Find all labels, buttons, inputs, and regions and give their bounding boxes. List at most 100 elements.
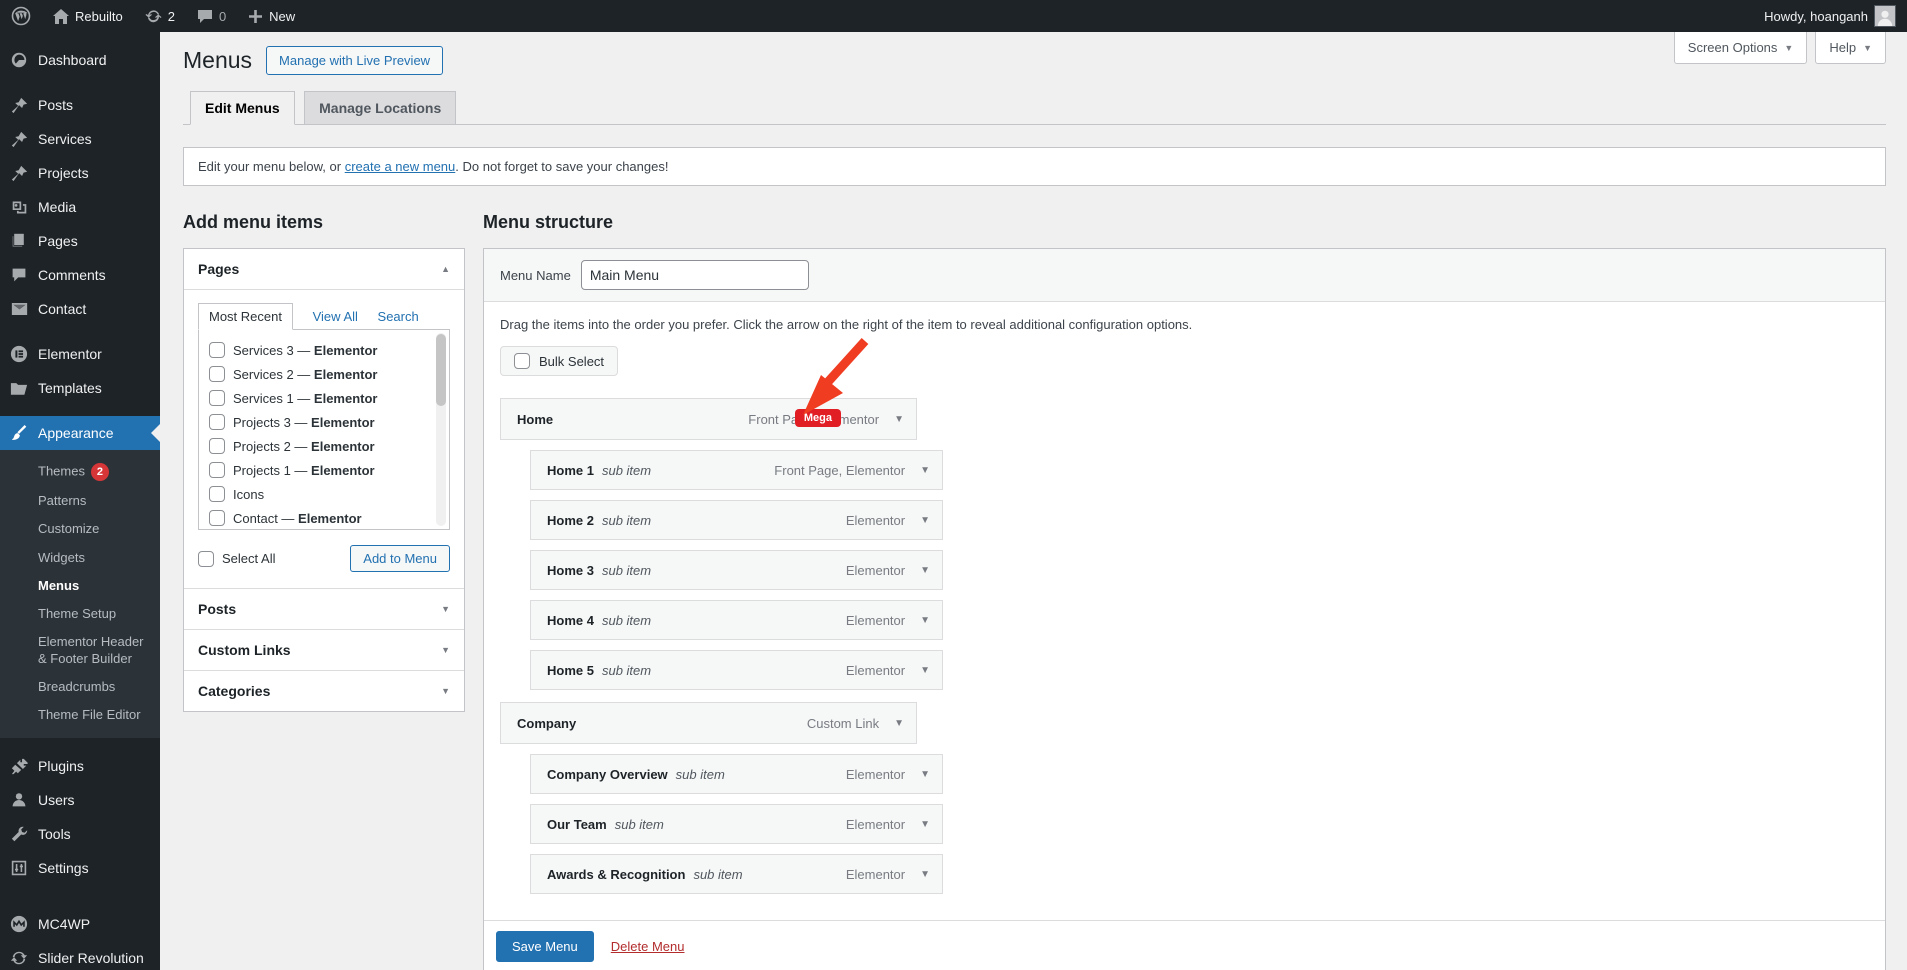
menu-item-home-5[interactable]: Home 5 sub item Elementor ▼ — [530, 650, 943, 690]
screen-options-button[interactable]: Screen Options ▼ — [1674, 32, 1808, 64]
menu-item-home-3[interactable]: Home 3 sub item Elementor ▼ — [530, 550, 943, 590]
submenu-item-theme-setup[interactable]: Theme Setup — [0, 600, 160, 628]
submenu-item-menus[interactable]: Menus — [0, 572, 160, 600]
comments-link[interactable]: 0 — [186, 0, 237, 32]
slider-revolution-icon — [9, 949, 29, 967]
select-all-checkbox[interactable] — [198, 551, 214, 567]
submenu-item-customize[interactable]: Customize — [0, 515, 160, 543]
expand-arrow-icon[interactable]: ▼ — [920, 769, 930, 780]
my-account-menu[interactable]: Howdy, hoanganh — [1753, 0, 1907, 32]
sidebar-item-label: Elementor — [38, 346, 102, 362]
sidebar-item-plugins[interactable]: Plugins — [0, 749, 160, 783]
sidebar-item-mc4wp[interactable]: MC4WP — [0, 907, 160, 941]
page-checkbox[interactable] — [209, 486, 225, 502]
accordion-section-pages[interactable]: Pages ▲ — [184, 249, 464, 289]
tab-view-all[interactable]: View All — [313, 309, 358, 324]
appearance-submenu: Themes2 Patterns Customize Widgets Menus… — [0, 450, 160, 738]
page-checkbox[interactable] — [209, 342, 225, 358]
page-checkbox[interactable] — [209, 462, 225, 478]
manage-live-preview-button[interactable]: Manage with Live Preview — [266, 46, 443, 75]
sidebar-item-elementor[interactable]: Elementor — [0, 337, 160, 371]
expand-arrow-icon[interactable]: ▼ — [920, 465, 930, 476]
help-button[interactable]: Help ▼ — [1815, 32, 1886, 64]
expand-arrow-icon[interactable]: ▼ — [920, 869, 930, 880]
menu-item-meta: Elementor — [846, 817, 905, 832]
bulk-select-control: Bulk Select — [500, 346, 618, 376]
menu-item-our-team[interactable]: Our Team sub item Elementor ▼ — [530, 804, 943, 844]
sidebar-item-tools[interactable]: Tools — [0, 817, 160, 851]
plus-icon — [248, 9, 263, 24]
sidebar-item-media[interactable]: Media — [0, 190, 160, 224]
tab-search[interactable]: Search — [378, 309, 419, 324]
bulk-select-checkbox[interactable] — [514, 353, 530, 369]
page-checkbox[interactable] — [209, 414, 225, 430]
page-checkbox[interactable] — [209, 366, 225, 382]
accordion-section-categories[interactable]: Categories ▼ — [184, 670, 464, 711]
sidebar-item-comments[interactable]: Comments — [0, 258, 160, 292]
submenu-item-theme-file-editor[interactable]: Theme File Editor — [0, 701, 160, 729]
tab-manage-locations[interactable]: Manage Locations — [304, 91, 456, 125]
menu-item-title: Home — [517, 412, 553, 427]
delete-menu-link[interactable]: Delete Menu — [611, 939, 685, 954]
create-new-menu-link[interactable]: create a new menu — [345, 159, 456, 174]
wordpress-logo-menu[interactable] — [0, 0, 42, 32]
tab-most-recent[interactable]: Most Recent — [198, 303, 293, 330]
accordion-section-posts[interactable]: Posts ▼ — [184, 588, 464, 629]
expand-arrow-icon[interactable]: ▼ — [920, 665, 930, 676]
menu-item-awards-recognition[interactable]: Awards & Recognition sub item Elementor … — [530, 854, 943, 894]
menu-item-company-overview[interactable]: Company Overview sub item Elementor ▼ — [530, 754, 943, 794]
menu-item-home[interactable]: Home Front Page, Elementor ▼ Mega — [500, 398, 917, 440]
menu-name-input[interactable] — [581, 260, 809, 290]
list-item: Projects 1 — Elementor — [209, 458, 427, 482]
scrollbar-thumb[interactable] — [436, 334, 446, 406]
menu-item-title: Home 3 — [547, 563, 594, 578]
expand-arrow-icon[interactable]: ▼ — [894, 414, 904, 425]
add-to-menu-button[interactable]: Add to Menu — [350, 545, 450, 572]
submenu-item-breadcrumbs[interactable]: Breadcrumbs — [0, 673, 160, 701]
sidebar-item-templates[interactable]: Templates — [0, 371, 160, 405]
sidebar-item-projects[interactable]: Projects — [0, 156, 160, 190]
sidebar-item-posts[interactable]: Posts — [0, 88, 160, 122]
sidebar-item-appearance[interactable]: Appearance — [0, 416, 160, 450]
expand-arrow-icon[interactable]: ▼ — [894, 718, 904, 729]
sidebar-item-users[interactable]: Users — [0, 783, 160, 817]
tab-edit-menus[interactable]: Edit Menus — [190, 91, 295, 125]
menu-item-company[interactable]: Company Custom Link ▼ — [500, 702, 917, 744]
menu-name-row: Menu Name — [484, 249, 1885, 302]
sidebar-item-services[interactable]: Services — [0, 122, 160, 156]
submenu-item-elementor-header-footer[interactable]: Elementor Header & Footer Builder — [0, 628, 160, 673]
page-checkbox[interactable] — [209, 438, 225, 454]
sidebar-item-label: Users — [38, 792, 75, 808]
expand-arrow-icon[interactable]: ▼ — [920, 819, 930, 830]
page-checkbox[interactable] — [209, 390, 225, 406]
main-content: Screen Options ▼ Help ▼ Menus Manage wit… — [160, 32, 1907, 970]
sidebar-item-label: Templates — [38, 380, 102, 396]
accordion-section-custom-links[interactable]: Custom Links ▼ — [184, 629, 464, 670]
sidebar-item-dashboard[interactable]: Dashboard — [0, 43, 160, 77]
menu-item-meta: Elementor — [846, 563, 905, 578]
sidebar-item-label: Pages — [38, 233, 78, 249]
sidebar-item-pages[interactable]: Pages — [0, 224, 160, 258]
pages-panel: Most Recent View All Search Services 3 —… — [184, 289, 464, 588]
sidebar-item-contact[interactable]: Contact — [0, 292, 160, 326]
expand-arrow-icon[interactable]: ▼ — [920, 615, 930, 626]
menu-item-home-4[interactable]: Home 4 sub item Elementor ▼ — [530, 600, 943, 640]
menu-item-home-2[interactable]: Home 2 sub item Elementor ▼ — [530, 500, 943, 540]
page-checkbox[interactable] — [209, 510, 225, 526]
save-menu-button[interactable]: Save Menu — [496, 931, 594, 962]
submenu-item-themes[interactable]: Themes2 — [0, 457, 160, 487]
updates-count: 2 — [168, 9, 175, 24]
menu-editor-panel: Menu Name Drag the items into the order … — [483, 248, 1886, 970]
submenu-item-widgets[interactable]: Widgets — [0, 544, 160, 572]
sidebar-item-settings[interactable]: Settings — [0, 851, 160, 885]
menu-item-home-1[interactable]: Home 1 sub item Front Page, Elementor ▼ — [530, 450, 943, 490]
expand-arrow-icon[interactable]: ▼ — [920, 565, 930, 576]
scrollbar-track[interactable] — [436, 333, 446, 526]
submenu-item-patterns[interactable]: Patterns — [0, 487, 160, 515]
page-label: Services 2 — Elementor — [233, 367, 378, 382]
site-name-link[interactable]: Rebuilto — [42, 0, 134, 32]
updates-link[interactable]: 2 — [134, 0, 186, 32]
new-content-menu[interactable]: New — [237, 0, 306, 32]
expand-arrow-icon[interactable]: ▼ — [920, 515, 930, 526]
sidebar-item-slider-revolution[interactable]: Slider Revolution — [0, 941, 160, 970]
